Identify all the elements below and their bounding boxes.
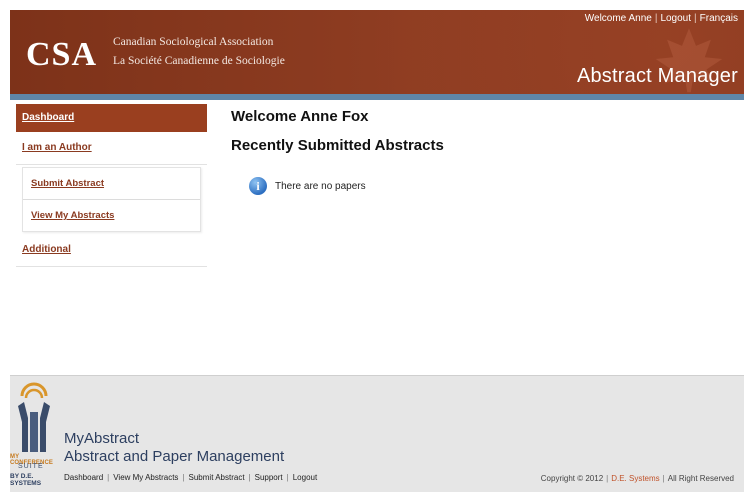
info-icon: i (249, 177, 267, 195)
copyright-notice: Copyright © 2012 | D.E. Systems | All Right … (541, 474, 734, 483)
footer-link-logout[interactable]: Logout (293, 473, 317, 482)
brand-title: MyAbstract (64, 430, 140, 447)
sidebar-item-view-my-abstracts[interactable]: View My Abstracts (23, 200, 200, 231)
csa-logo[interactable]: CSA (26, 36, 97, 74)
welcome-user-link[interactable]: Welcome Anne (585, 13, 652, 24)
language-link[interactable]: Français (700, 13, 738, 24)
footer-link-support[interactable]: Support (255, 473, 283, 482)
recent-abstracts-heading: Recently Submitted Abstracts (231, 137, 444, 154)
separator: | (286, 473, 289, 482)
org-name-english: Canadian Sociological Association (113, 36, 274, 48)
welcome-heading: Welcome Anne Fox (231, 108, 369, 125)
empty-notice: i There are no papers (249, 177, 366, 195)
brand-subtitle: Abstract and Paper Management (64, 448, 285, 465)
footer-link-view-my-abstracts[interactable]: View My Abstracts (113, 473, 178, 482)
sidebar-section-additional[interactable]: Additional (16, 234, 207, 267)
separator: | (248, 473, 251, 482)
main-content: Welcome Anne Fox Recently Submitted Abst… (231, 104, 731, 195)
logo-text-line2: SUITE (18, 463, 44, 470)
footer-link-submit-abstract[interactable]: Submit Abstract (189, 473, 245, 482)
footer-link-dashboard[interactable]: Dashboard (64, 473, 103, 482)
sidebar-item-submit-abstract[interactable]: Submit Abstract (23, 168, 200, 200)
sidebar-nav: Dashboard I am an Author Submit Abstract… (16, 104, 207, 267)
site-header: CSA Canadian Sociological Association La… (10, 10, 744, 94)
copyright-prefix: Copyright © 2012 (540, 474, 604, 483)
logout-link[interactable]: Logout (660, 13, 691, 24)
app-title: Abstract Manager (576, 65, 738, 87)
rights-text: All Right Reserved (667, 474, 734, 483)
separator: | (654, 13, 658, 24)
separator: | (694, 13, 697, 24)
header-divider (10, 94, 744, 100)
separator: | (107, 473, 110, 482)
sidebar-section-author[interactable]: I am an Author (16, 132, 207, 165)
footer-nav: Dashboard | View My Abstracts | Submit Abstr… (64, 473, 317, 482)
separator: | (606, 474, 609, 483)
separator: | (182, 473, 185, 482)
company-link[interactable]: D.E. Systems (611, 474, 659, 483)
empty-message: There are no papers (275, 180, 366, 192)
author-submenu: Submit Abstract View My Abstracts (22, 167, 201, 232)
org-name-french: La Société Canadienne de Sociologie (113, 55, 285, 67)
site-footer: MY CONFERENCE SUITE BY D.E. SYSTEMS MyAb… (10, 375, 744, 492)
separator: | (662, 474, 665, 483)
sidebar-item-dashboard[interactable]: Dashboard (16, 104, 207, 132)
top-user-links: Welcome Anne | Logout | Français (585, 13, 738, 24)
hands-logo-icon (18, 382, 50, 452)
logo-text-line3: BY D.E. SYSTEMS (10, 473, 42, 487)
myconference-suite-logo: MY CONFERENCE SUITE BY D.E. SYSTEMS (10, 376, 60, 492)
